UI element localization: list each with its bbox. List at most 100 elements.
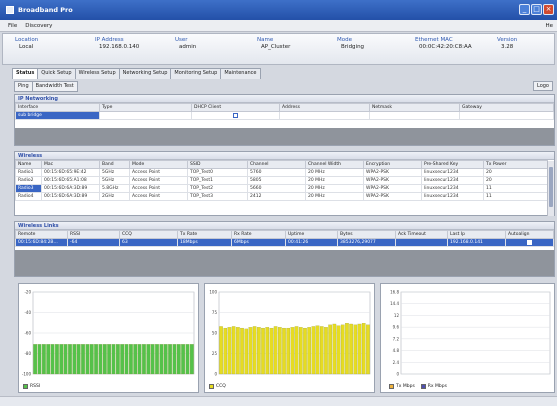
plot-area: [400, 291, 551, 375]
bar: [76, 344, 81, 375]
dhcp-client-checkbox[interactable]: [233, 112, 238, 118]
table-cell: Radio3: [15, 184, 42, 193]
table-cell: 2412: [247, 192, 306, 201]
bar: [168, 344, 172, 375]
menu-discovery[interactable]: Discovery: [21, 23, 56, 29]
bar: [319, 326, 324, 375]
legend-label: Tx Mbps: [396, 384, 415, 389]
bar: [155, 344, 159, 375]
table-header: Interface Type DHCP Client Address Netma…: [15, 103, 554, 112]
bar: [181, 344, 185, 375]
table-cell: 5GHz: [99, 168, 130, 177]
table-cell: Radio2: [15, 176, 42, 185]
bar: [129, 344, 133, 375]
table-cell: -64: [67, 238, 120, 247]
bar: [37, 344, 42, 375]
sub-tabs: Ping Bandwidth Test: [14, 81, 78, 92]
bar: [240, 327, 244, 375]
scrollbar-thumb[interactable]: [549, 167, 553, 207]
col-pre-shared-key: Pre-Shared Key: [421, 160, 484, 169]
info-value: Bridging: [341, 44, 365, 50]
device-info-bar: Location Local IP Address 192.168.0.140 …: [2, 33, 555, 65]
bar: [290, 327, 295, 375]
table-cell: WPA2-PSK: [363, 168, 422, 177]
table-header: Name Mac Band Mode SSID Channel Channel …: [15, 160, 548, 169]
bar: [59, 344, 64, 375]
col-rssi: RSSI: [67, 230, 120, 239]
table-cell: 5GHz: [99, 176, 130, 185]
table-cell: [395, 238, 448, 247]
info-label: Name: [257, 37, 274, 43]
panel-title: Wireless Links: [15, 222, 554, 230]
col-name: Name: [15, 160, 42, 169]
bandwidth-test-button[interactable]: Bandwidth Test: [31, 81, 78, 92]
col-channel-width: Channel Width: [305, 160, 364, 169]
table-row[interactable]: Radio3 00:15:6D:6A:3D:89 5.8GHz Access Poin…: [15, 184, 548, 193]
cell-interface: sub bridge: [15, 111, 100, 120]
table-row[interactable]: Radio1 00:15:6D:65:9E:42 5GHz Access Point T…: [15, 168, 548, 177]
throughput-chart: 16.8 14.4 12 9.6 7.2 4.8 2.4 0 Tx Mbps Rx Mbps: [380, 283, 555, 393]
tab-quick-setup[interactable]: Quick Setup: [37, 68, 76, 79]
info-name: Name AP_Cluster: [257, 37, 290, 50]
info-value: AP_Cluster: [261, 44, 291, 50]
table-cell: 5760: [247, 168, 306, 177]
tab-status[interactable]: Status: [12, 68, 39, 79]
autoalign-checkbox[interactable]: [527, 239, 532, 245]
tab-wireless-setup[interactable]: Wireless Setup: [74, 68, 120, 79]
table-cell: WPA2-PSK: [363, 192, 422, 201]
bar: [315, 325, 320, 375]
legend-swatch: [389, 384, 394, 389]
logout-button[interactable]: Logo: [533, 81, 553, 91]
y-tick-label: 14.4: [390, 301, 399, 306]
table-cell: Access Point: [129, 192, 188, 201]
bar: [252, 326, 257, 375]
col-interface: Interface: [15, 103, 100, 112]
table-cell: Radio4: [15, 192, 42, 201]
bar: [68, 344, 72, 375]
table-row[interactable]: 00:15:6D:84:2B... -64 63 18Mbps 6Mbps 00:41:2…: [15, 238, 554, 247]
menu-file[interactable]: File: [4, 23, 21, 29]
col-dhcp-client: DHCP Client: [191, 103, 280, 112]
table-cell: 00:15:6D:65:A1:08: [41, 176, 100, 185]
tab-maintenance[interactable]: Maintenance: [220, 68, 261, 79]
bar: [219, 326, 223, 375]
col-tx-power: Tx Power: [483, 160, 548, 169]
wireless-panel: Wireless Name Mac Band Mode SSID Channel…: [14, 151, 555, 216]
menu-help[interactable]: He: [545, 23, 553, 29]
table-cell: 20: [483, 168, 548, 177]
legend-label: RSSI: [30, 384, 41, 389]
minimize-button[interactable]: _: [519, 4, 530, 15]
bar: [163, 344, 168, 375]
wireless-scrollbar[interactable]: [547, 161, 554, 216]
table-row[interactable]: Radio2 00:15:6D:65:A1:08 5GHz Access Point T…: [15, 176, 548, 185]
tab-monitoring-setup[interactable]: Monitoring Setup: [170, 68, 222, 79]
info-label: Ethernet MAC: [415, 37, 453, 43]
legend-swatch: [420, 384, 426, 389]
y-tick-label: -20: [24, 290, 31, 295]
y-tick-label: 9.6: [393, 325, 400, 330]
table-row[interactable]: sub bridge bridge 192.168.0.140 255.255.…: [15, 111, 554, 120]
bar: [294, 326, 299, 375]
bar: [269, 327, 274, 375]
bar: [278, 327, 282, 375]
close-button[interactable]: ×: [543, 4, 554, 15]
bar: [357, 323, 362, 375]
col-tx-rate: Tx Rate: [177, 230, 232, 239]
info-value: 3.28: [501, 44, 514, 50]
col-netmask: Netmask: [369, 103, 460, 112]
table-cell: 00:15:6D:84:2B...: [15, 238, 68, 247]
col-last-ip: Last Ip: [447, 230, 506, 239]
ping-button[interactable]: Ping: [14, 81, 33, 92]
col-mode: Mode: [129, 160, 188, 169]
table-cell: TOP_Test3: [187, 192, 248, 201]
table-cell: 00:41:26: [285, 238, 338, 247]
bar: [63, 344, 68, 375]
col-ccq: CCQ: [119, 230, 178, 239]
table-row[interactable]: Radio4 00:15:6D:6A:3D:89 2GHz Access Point T…: [15, 192, 548, 201]
maximize-button[interactable]: □: [531, 4, 542, 15]
info-value: Local: [19, 44, 34, 50]
bar: [286, 327, 291, 375]
tab-networking-setup[interactable]: Networking Setup: [118, 68, 172, 79]
bar: [189, 344, 194, 375]
ip-networking-table: Interface Type DHCP Client Address Netma…: [15, 103, 554, 120]
